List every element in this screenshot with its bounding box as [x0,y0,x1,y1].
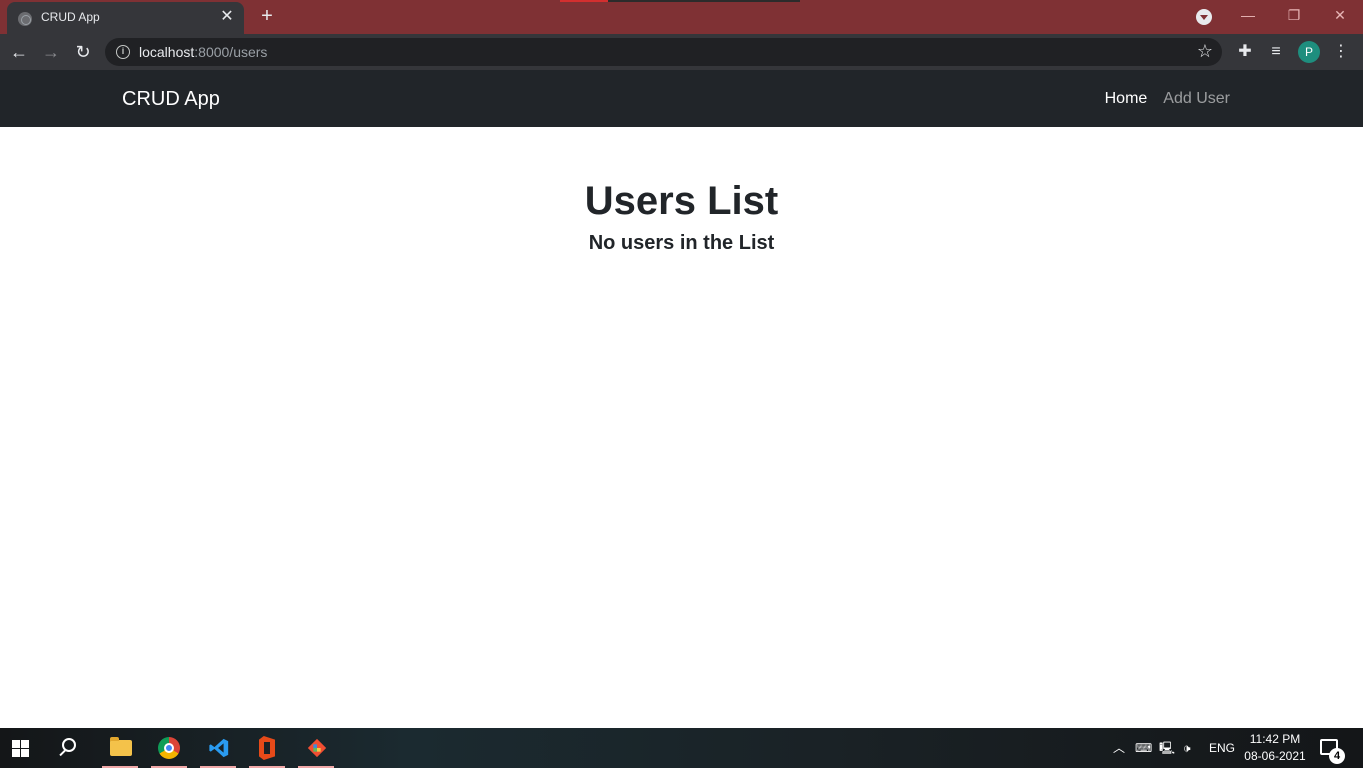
file-explorer-icon [110,737,132,756]
back-arrow-icon[interactable]: ← [7,40,31,64]
minimize-button[interactable]: — [1225,4,1271,28]
vscode-icon [209,738,229,758]
office-icon [259,736,275,760]
extensions-puzzle-icon[interactable]: ✚ [1235,42,1255,62]
volume-icon[interactable]: 🕩 [1183,728,1191,768]
language-indicator[interactable]: ENG [1209,728,1235,768]
nav-links: Home Add User [1105,90,1230,108]
restore-button[interactable]: ❐ [1271,4,1317,28]
address-bar[interactable]: i localhost:8000/users ☆ [105,38,1222,66]
taskbar-git[interactable] [296,728,336,768]
browser-tabstrip: CRUD App ✕ + — ❐ ✕ [0,0,1363,34]
git-icon [307,738,327,758]
close-tab-icon[interactable]: ✕ [218,8,236,26]
tab-title: CRUD App [41,10,100,24]
taskbar-chrome[interactable] [149,728,189,768]
kebab-menu-icon[interactable]: ⋮ [1331,42,1351,62]
new-tab-button[interactable]: + [256,5,278,27]
tab-search-icon[interactable] [1196,9,1212,25]
profile-avatar[interactable]: P [1298,41,1320,63]
nav-add-user-link[interactable]: Add User [1163,90,1230,108]
taskbar-clock[interactable]: 11:42 PM 08-06-2021 [1243,731,1307,765]
taskbar-search-button[interactable] [48,728,88,768]
url-text[interactable]: localhost:8000/users [139,44,267,60]
clock-date: 08-06-2021 [1244,749,1306,763]
network-icon[interactable]: 🖳 [1159,728,1175,768]
nav-home-link[interactable]: Home [1105,90,1148,108]
forward-arrow-icon[interactable]: → [39,40,63,64]
windows-logo-icon [12,740,29,757]
input-method-icon[interactable]: ⌨ [1135,728,1152,768]
brand-link[interactable]: CRUD App [122,88,220,111]
windows-taskbar: ︿ ⌨ 🖳 🕩 ENG 11:42 PM 08-06-2021 4 [0,728,1363,768]
site-info-icon[interactable]: i [116,45,130,59]
app-navbar: CRUD App Home Add User [0,70,1363,127]
clock-time: 11:42 PM [1249,732,1301,746]
notification-count-badge: 4 [1329,748,1345,764]
main-content: Users List No users in the List [0,127,1363,728]
tabstrip-accent [560,0,800,2]
close-window-button[interactable]: ✕ [1317,4,1363,28]
reload-icon[interactable]: ↻ [71,40,95,64]
taskbar-office[interactable] [247,728,287,768]
page-title: Users List [584,179,779,223]
show-hidden-icons-chevron-icon[interactable]: ︿ [1113,728,1125,768]
media-queue-icon[interactable]: ≡ [1266,42,1286,62]
empty-state-message: No users in the List [588,232,775,254]
search-icon [62,738,76,752]
browser-toolbar: ← → ↻ i localhost:8000/users ☆ ✚ ≡ P ⋮ [0,34,1363,70]
globe-icon [18,12,32,26]
start-button[interactable] [0,728,40,768]
taskbar-file-explorer[interactable] [100,728,140,768]
chrome-icon [158,737,180,759]
browser-tab-crud-app[interactable]: CRUD App ✕ [7,2,244,34]
taskbar-vscode[interactable] [198,728,238,768]
bookmark-star-icon[interactable]: ☆ [1197,41,1213,62]
